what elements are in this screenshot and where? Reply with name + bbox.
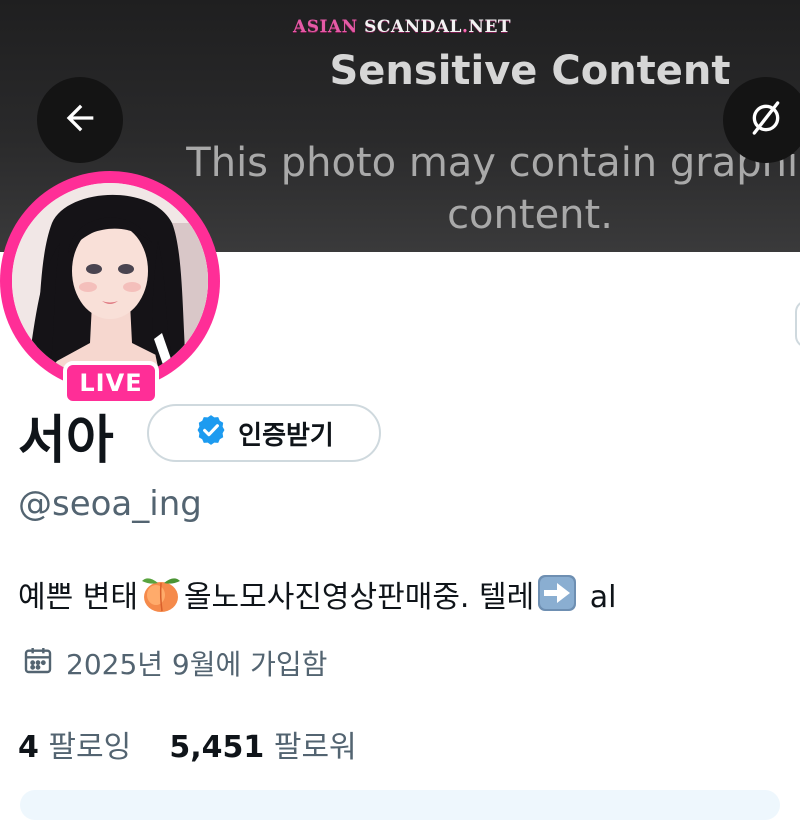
profile-bio: 예쁜 변태 올노모사진영상판매중. 텔레 al [18,572,616,621]
eye-off-icon [746,98,786,142]
more-actions-button[interactable] [795,300,800,348]
following-label: 팔로잉 [48,730,132,765]
following-count: 4 [18,730,39,765]
bio-text-1: 예쁜 변태 [18,580,138,615]
calendar-icon [22,644,54,683]
bio-text-2: 올노모사진영상판매중. 텔레 [183,580,535,615]
get-verified-label: 인증받기 [238,420,334,451]
followers-label: 팔로워 [273,730,357,765]
username-handle: @seoa_ing [18,484,202,524]
watermark-logo: ASIAN SCANDAL.NET [293,17,511,37]
watermark-part2: SCANDAL [364,17,462,37]
followers-link[interactable]: 5,451 팔로워 [169,730,356,765]
hide-sensitive-button[interactable] [723,77,800,163]
get-verified-button[interactable]: 인증받기 [147,404,381,462]
verified-badge-icon [194,413,228,454]
sensitive-content-title: Sensitive Content [329,48,731,94]
avatar[interactable] [0,171,220,391]
bio-text-3: al [589,580,617,615]
avatar-image [12,183,208,379]
right-arrow-emoji-icon [534,573,580,621]
bottom-banner-strip [20,790,780,820]
display-name: 서아 [18,411,114,471]
watermark-part3: NET [468,17,512,37]
follow-stats: 4 팔로잉 5,451 팔로워 [18,722,357,766]
followers-count: 5,451 [169,730,265,765]
back-button[interactable] [37,77,123,163]
peach-emoji-icon [138,573,184,621]
watermark-part1: ASIAN [293,17,358,37]
joined-date: 2025년 9월에 가입함 [22,643,327,683]
joined-date-text: 2025년 9월에 가입함 [66,648,328,681]
arrow-left-icon [60,98,100,142]
following-link[interactable]: 4 팔로잉 [18,730,131,765]
